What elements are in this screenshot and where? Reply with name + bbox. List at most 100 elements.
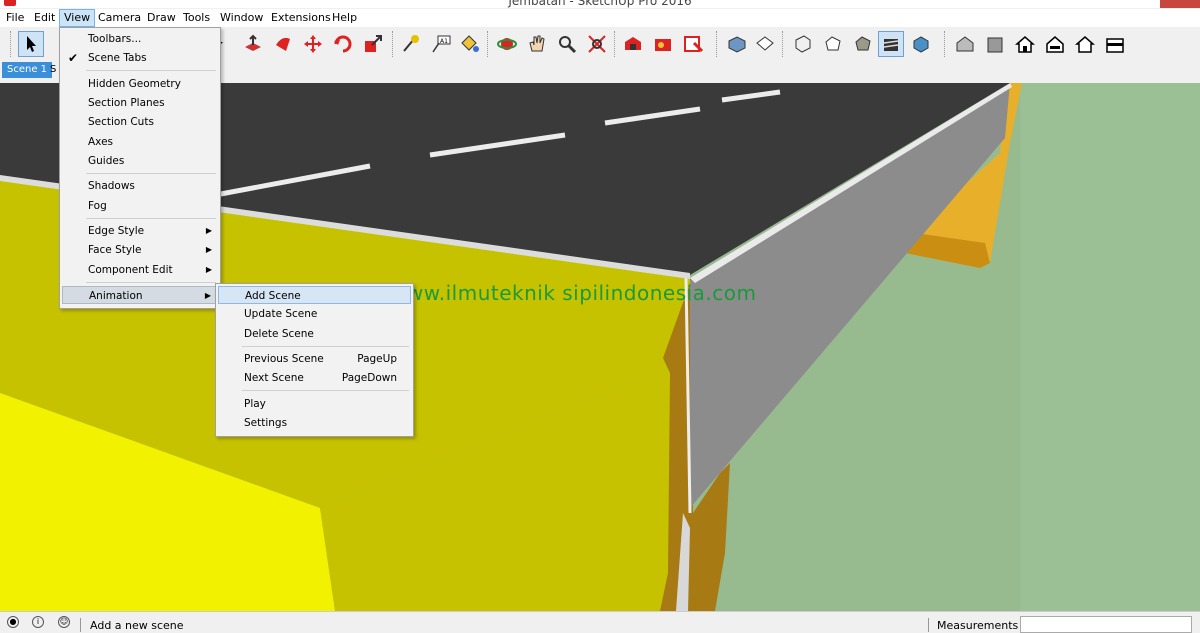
textured-style-button[interactable] <box>878 31 904 57</box>
toolbar-grip[interactable] <box>392 31 395 57</box>
house-right-icon <box>987 37 1003 53</box>
scene-tab-1[interactable]: Scene 1 <box>2 62 53 78</box>
shaded-style-icon <box>855 36 871 51</box>
menu-item-hidden-geometry[interactable]: Hidden Geometry <box>62 75 218 93</box>
move-tool-button[interactable] <box>300 31 326 57</box>
menu-extensions[interactable]: Extensions <box>267 10 335 26</box>
menu-item-animation[interactable]: Animation ▶ <box>62 286 218 304</box>
view-iso-button[interactable] <box>724 31 750 57</box>
shaded-style-button[interactable] <box>850 31 876 57</box>
push-pull-tool-button[interactable] <box>240 31 266 57</box>
menu-item-delete-scene[interactable]: Delete Scene <box>218 325 411 343</box>
geo-location-icon[interactable]: ● <box>7 616 19 628</box>
menu-item-face-style[interactable]: Face Style ▶ <box>62 241 218 259</box>
ground-right <box>1020 83 1200 611</box>
menu-item-edge-style[interactable]: Edge Style ▶ <box>62 222 218 240</box>
paint-bucket-tool-button[interactable] <box>456 31 482 57</box>
credits-icon[interactable]: i <box>32 616 44 628</box>
view-perspective-button[interactable] <box>952 31 978 57</box>
menu-item-shadows[interactable]: Shadows <box>62 177 218 195</box>
follow-me-icon <box>276 37 290 51</box>
menu-item-label: Previous Scene <box>244 353 324 365</box>
pan-tool-button[interactable] <box>524 31 550 57</box>
toolbar-grip[interactable] <box>782 31 785 57</box>
select-tool-button[interactable] <box>18 31 44 57</box>
menu-item-next-scene[interactable]: Next Scene PageDown <box>218 369 411 387</box>
menu-item-settings[interactable]: Settings <box>218 414 411 432</box>
zoom-tool-button[interactable] <box>554 31 580 57</box>
view-bottom-button[interactable] <box>1102 31 1128 57</box>
menu-item-label: Animation <box>89 290 143 302</box>
menu-item-section-planes[interactable]: Section Planes <box>62 94 218 112</box>
menu-item-scene-tabs[interactable]: ✔ Scene Tabs <box>62 49 218 67</box>
top-view-icon <box>756 36 774 51</box>
share-component-icon <box>655 39 671 51</box>
menu-item-guides[interactable]: Guides <box>62 152 218 170</box>
menu-item-previous-scene[interactable]: Previous Scene PageUp <box>218 350 411 368</box>
user-account-icon[interactable]: ☺ <box>58 616 70 628</box>
view-top-button[interactable] <box>752 31 778 57</box>
menu-item-update-scene[interactable]: Update Scene <box>218 305 411 323</box>
tape-measure-tool-button[interactable] <box>398 31 424 57</box>
measurements-input[interactable] <box>1020 616 1192 633</box>
menu-item-label: Edge Style <box>88 225 145 237</box>
toolbar-grip[interactable] <box>487 31 490 57</box>
orbit-tool-button[interactable] <box>494 31 520 57</box>
house-front-icon <box>1015 36 1035 53</box>
window-close-button[interactable] <box>1160 0 1200 8</box>
menu-item-fog[interactable]: Fog <box>62 197 218 215</box>
toolbar-grip[interactable] <box>944 31 947 57</box>
zoom-extents-icon <box>588 35 606 53</box>
view-menu-dropdown: Toolbars... ✔ Scene Tabs Hidden Geometry … <box>59 27 221 309</box>
menu-separator <box>86 173 216 174</box>
menu-item-play[interactable]: Play <box>218 395 411 413</box>
text-tool-button[interactable]: A1 <box>428 31 454 57</box>
view-right-button[interactable] <box>982 31 1008 57</box>
wireframe-style-button[interactable] <box>820 31 846 57</box>
menu-item-label: Play <box>244 398 266 410</box>
house-left-icon <box>1075 36 1095 53</box>
toolbar-grip[interactable] <box>614 31 617 57</box>
push-pull-icon <box>245 34 261 51</box>
menu-item-toolbars[interactable]: Toolbars... <box>62 30 218 48</box>
menu-help[interactable]: Help <box>328 10 361 26</box>
extension-warehouse-icon <box>684 36 704 53</box>
menu-item-axes[interactable]: Axes <box>62 133 218 151</box>
menu-separator <box>86 218 216 219</box>
view-front-button[interactable] <box>1012 31 1038 57</box>
menu-file[interactable]: File <box>2 10 28 26</box>
checkmark-icon: ✔ <box>68 51 79 65</box>
menu-tools[interactable]: Tools <box>179 10 214 26</box>
menu-item-component-edit[interactable]: Component Edit ▶ <box>62 261 218 279</box>
toolbar-grip[interactable] <box>10 31 13 57</box>
menu-item-label: Add Scene <box>245 290 301 302</box>
zoom-extents-button[interactable] <box>584 31 610 57</box>
view-back-button[interactable] <box>1042 31 1068 57</box>
share-component-button[interactable] <box>650 31 676 57</box>
toolbar-grip[interactable] <box>716 31 719 57</box>
menu-edit[interactable]: Edit <box>30 10 59 26</box>
svg-text:A1: A1 <box>440 38 448 45</box>
menu-item-label: Axes <box>88 136 114 148</box>
menu-window[interactable]: Window <box>216 10 267 26</box>
watermark-text: www.ilmuteknik sipilindonesia.com <box>390 281 757 305</box>
menu-separator <box>86 282 216 283</box>
menu-draw[interactable]: Draw <box>143 10 180 26</box>
follow-me-tool-button[interactable] <box>270 31 296 57</box>
monochrome-style-button[interactable] <box>908 31 934 57</box>
menu-item-section-cuts[interactable]: Section Cuts <box>62 113 218 131</box>
scale-tool-button[interactable] <box>360 31 386 57</box>
menu-item-add-scene[interactable]: Add Scene <box>218 286 411 304</box>
rotate-tool-button[interactable] <box>330 31 356 57</box>
menu-view[interactable]: View <box>59 9 96 27</box>
menu-item-label: Guides <box>88 155 125 167</box>
warehouse-button[interactable] <box>620 31 646 57</box>
menu-camera[interactable]: Camera <box>94 10 145 26</box>
scene-tab-2[interactable]: S <box>50 64 56 75</box>
house-iso-icon <box>956 36 974 52</box>
menu-item-label: Update Scene <box>244 308 318 320</box>
xray-style-button[interactable] <box>790 31 816 57</box>
warehouse-icon <box>625 37 641 50</box>
view-left-button[interactable] <box>1072 31 1098 57</box>
extension-warehouse-button[interactable] <box>680 31 706 57</box>
